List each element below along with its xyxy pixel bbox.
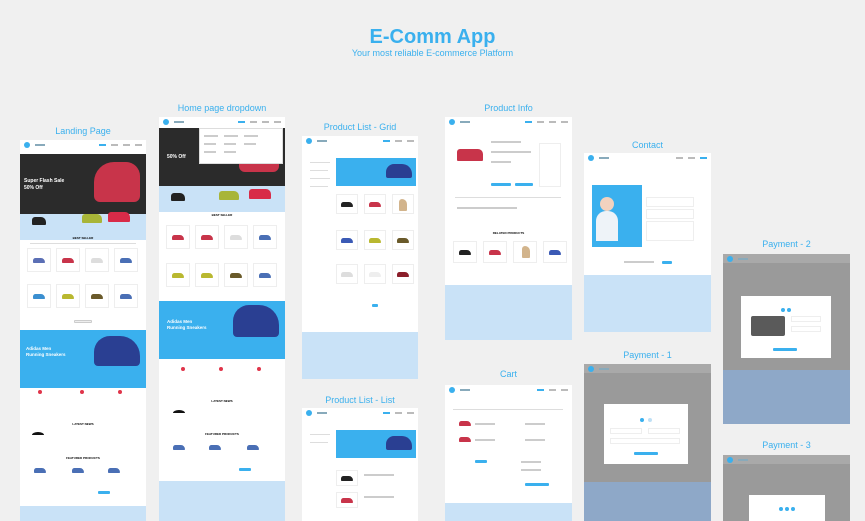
nike-logo-icon [32,432,44,438]
label-grid: Product List - Grid [323,122,397,132]
footer [445,285,572,340]
nav-bar [20,140,146,149]
product-card[interactable] [27,284,51,308]
promo-shoe-2 [108,212,130,222]
product-card[interactable] [56,284,80,308]
logo-icon [24,141,30,148]
list-banner [336,430,416,458]
card-modal[interactable] [741,296,831,358]
screen-list[interactable] [302,408,418,521]
hero-sale-text: Super Flash Sale [24,178,65,184]
contact-hero [592,185,642,247]
grid-banner [336,158,416,186]
footer [20,506,146,521]
hero-shoe [94,162,140,202]
screen-landing[interactable]: Super Flash Sale 50% Off BEST SELLER Adi… [20,140,146,521]
footer [584,275,711,332]
hero-discount-text: 50% Off [24,185,43,191]
go-to-payment-button[interactable] [634,452,658,455]
banner-shoe [94,336,140,366]
footer [445,503,572,521]
promo-bag [32,217,46,225]
email-field[interactable] [646,209,694,219]
label-pay1: Payment - 1 [623,350,672,360]
label-pay3: Payment - 3 [762,440,811,450]
payment-modal[interactable] [604,404,688,464]
screen-pay2[interactable] [723,254,850,424]
footer [302,332,418,379]
add-to-cart-button[interactable] [491,183,511,186]
screen-info[interactable]: RELATED PRODUCTS [445,117,572,340]
nav-bar [159,117,285,126]
message-field[interactable] [646,221,694,241]
product-card[interactable] [85,248,109,272]
dropdown-menu[interactable] [199,128,283,164]
wishlist-button[interactable] [515,183,533,186]
screen-cart[interactable] [445,385,572,521]
product-image [457,149,483,161]
page-subtitle: Your most reliable E-commerce Platform [351,48,514,58]
hero-banner[interactable]: Super Flash Sale 50% Off [20,154,146,214]
featured-heading: FEATURED PRODUCTS [66,456,100,460]
pay-button[interactable] [773,348,797,351]
screen-pay1[interactable] [584,364,711,521]
label-cart: Cart [499,369,517,379]
product-card[interactable] [114,284,138,308]
screen-dropdown[interactable]: 50% Off BEST SELLER Adidas Men Running S… [159,117,285,521]
label-list: Product List - List [325,395,395,405]
label-pay2: Payment - 2 [762,239,811,249]
confirm-modal[interactable] [749,495,825,521]
product-card[interactable] [56,248,80,272]
page-title: E-Comm App [369,26,496,48]
promo-shoe-1 [82,214,102,223]
adidas-banner[interactable]: Adidas Men Running Sneakers [20,330,146,388]
latest-news-heading: LATEST NEWS [72,422,94,426]
banner-text: Adidas Men Running Sneakers [26,346,66,357]
screen-pay3[interactable] [723,455,850,521]
product-card[interactable] [85,284,109,308]
label-landing: Landing Page [55,126,111,136]
screen-contact[interactable] [584,153,711,332]
credit-card [751,316,785,336]
product-card[interactable] [27,248,51,272]
product-card[interactable] [114,248,138,272]
adidas-banner[interactable]: Adidas Men Running Sneakers [159,301,285,359]
screen-grid[interactable] [302,136,418,379]
submit-button[interactable] [662,261,672,264]
checkout-button[interactable] [525,483,549,486]
label-contact: Contact [631,140,664,150]
voucher-button[interactable] [475,460,487,463]
label-dropdown: Home page dropdown [177,103,267,113]
label-info: Product Info [484,103,533,113]
name-field[interactable] [646,197,694,207]
best-seller-heading: BEST SELLER [72,236,94,240]
